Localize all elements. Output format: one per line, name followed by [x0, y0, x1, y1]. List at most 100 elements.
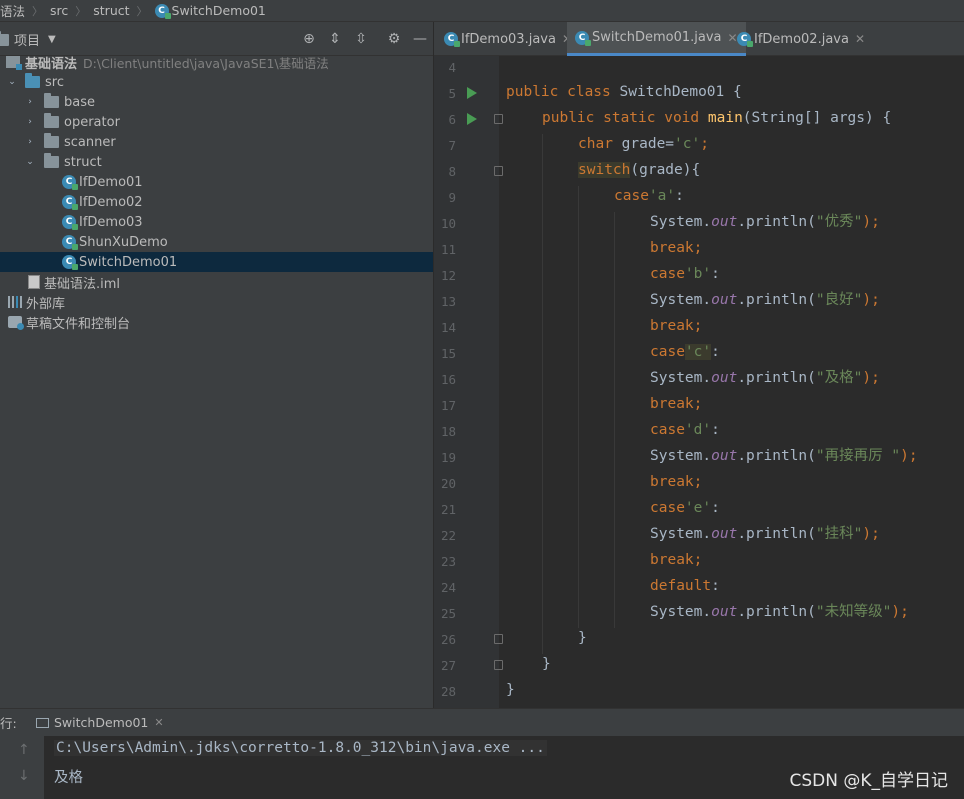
run-console[interactable]: ↑ ↓ C:\Users\Admin\.jdks\corretto-1.8.0_… — [0, 736, 964, 799]
tree-label: IfDemo02 — [79, 194, 143, 210]
tree-label: SwitchDemo01 — [79, 254, 178, 270]
project-icon — [0, 30, 9, 46]
line-number: 16 — [440, 372, 456, 387]
tree-item-struct[interactable]: ⌄ struct — [0, 152, 433, 172]
tree-label: src — [45, 74, 64, 90]
code-editor[interactable]: 4 5 6 7 8 9 10 11 12 13 14 15 16 17 18 1… — [434, 56, 964, 708]
line-number: 7 — [448, 138, 456, 153]
code-line-14: break; — [650, 318, 703, 334]
tree-item-scratches[interactable]: 草稿文件和控制台 — [0, 312, 433, 332]
tree-item-switchdemo01[interactable]: C SwitchDemo01 — [0, 252, 433, 272]
line-number: 22 — [440, 528, 456, 543]
line-number: 19 — [440, 450, 456, 465]
line-number: 10 — [440, 216, 456, 231]
line-number: 15 — [440, 346, 456, 361]
root-name: 基础语法 — [25, 56, 78, 72]
code-line-28: } — [506, 682, 515, 698]
class-icon: C — [62, 215, 78, 230]
line-number: 26 — [440, 632, 456, 647]
class-icon: C — [154, 3, 171, 19]
tab-label: IfDemo02.java — [754, 31, 849, 47]
code-line-17: break; — [650, 396, 703, 412]
class-icon: C — [62, 195, 78, 210]
run-label: 行: — [0, 716, 17, 731]
class-icon: C — [62, 255, 78, 270]
arrow-up-icon[interactable]: ↑ — [18, 742, 30, 758]
code-line-6: public static void main(String[] args) { — [542, 110, 892, 126]
locate-icon[interactable]: ⊕ — [300, 30, 318, 48]
tab-switchdemo01[interactable]: C SwitchDemo01.java ✕ — [567, 22, 746, 56]
fold-marker-icon[interactable] — [494, 114, 503, 124]
code-line-18: case'd': — [650, 422, 720, 438]
tree-item-src[interactable]: ⌄ src — [0, 72, 433, 92]
gear-icon[interactable]: ⚙ — [385, 30, 403, 48]
close-icon[interactable]: ✕ — [154, 716, 163, 729]
run-icon[interactable] — [467, 87, 477, 99]
package-icon — [44, 153, 59, 168]
project-view-selector[interactable]: 项目 ▼ — [0, 30, 56, 49]
breadcrumb-item-project[interactable]: 语法 — [0, 1, 29, 20]
tab-ifdemo02[interactable]: C IfDemo02.java ✕ — [729, 22, 873, 56]
line-number: 12 — [440, 268, 456, 283]
tree-item-scanner[interactable]: › scanner — [0, 132, 433, 152]
fold-marker-icon[interactable] — [494, 634, 503, 644]
indent-guide — [542, 134, 543, 654]
gutter: 4 5 6 7 8 9 10 11 12 13 14 15 16 17 18 1… — [434, 56, 503, 708]
tree-item-base[interactable]: › base — [0, 92, 433, 112]
chevron-right-icon: › — [28, 117, 32, 127]
indent-guide — [578, 186, 579, 628]
tree-label: 草稿文件和控制台 — [26, 316, 131, 332]
tree-label: base — [64, 94, 95, 110]
breadcrumb-item-src[interactable]: src — [46, 3, 72, 18]
tree-item-iml[interactable]: 基础语法.iml — [0, 272, 433, 292]
run-tab-label: SwitchDemo01 — [54, 715, 149, 730]
scratches-icon — [8, 316, 24, 330]
tree-item-shunxudemo[interactable]: C ShunXuDemo — [0, 232, 433, 252]
class-icon: C — [62, 175, 78, 190]
tree-label: ShunXuDemo — [79, 234, 168, 250]
iml-file-icon — [28, 275, 40, 289]
close-icon[interactable]: ✕ — [855, 32, 865, 46]
run-tools-strip: ↑ ↓ — [0, 736, 44, 799]
expand-all-icon[interactable]: ⇕ — [326, 30, 344, 48]
line-number: 21 — [440, 502, 456, 517]
collapse-all-icon[interactable]: ⇳ — [352, 30, 370, 48]
line-number: 4 — [448, 60, 456, 75]
line-number: 14 — [440, 320, 456, 335]
code-line-19: System.out.println("再接再厉 "); — [650, 448, 918, 464]
run-tab[interactable]: SwitchDemo01 ✕ — [36, 715, 164, 730]
code-line-26: } — [578, 630, 587, 646]
tree-root[interactable]: 基础语法 D:\Client\untitled\java\JavaSE1\基础语… — [0, 52, 433, 72]
source-folder-icon — [25, 73, 40, 88]
breadcrumb-item-struct[interactable]: struct — [89, 3, 133, 18]
breadcrumb-item-class[interactable]: C SwitchDemo01 — [151, 3, 270, 19]
tree-item-operator[interactable]: › operator — [0, 112, 433, 132]
run-icon[interactable] — [467, 113, 477, 125]
tree-item-ifdemo01[interactable]: C IfDemo01 — [0, 172, 433, 192]
chevron-down-icon: ⌄ — [8, 77, 16, 87]
editor-tabs: C IfDemo03.java ✕ C SwitchDemo01.java ✕ … — [434, 22, 964, 56]
minimize-icon[interactable]: — — [411, 30, 429, 48]
tab-ifdemo03[interactable]: C IfDemo03.java ✕ — [436, 22, 580, 56]
tree-item-ifdemo03[interactable]: C IfDemo03 — [0, 212, 433, 232]
code-line-11: break; — [650, 240, 703, 256]
line-number: 11 — [440, 242, 456, 257]
fold-marker-icon[interactable] — [494, 166, 503, 176]
chevron-right-icon: 〉 — [32, 4, 44, 18]
line-number: 27 — [440, 658, 456, 673]
chevron-right-icon: 〉 — [75, 4, 87, 18]
line-number: 23 — [440, 554, 456, 569]
tree-label: scanner — [64, 134, 116, 150]
tree-item-external-libraries[interactable]: 外部库 — [0, 292, 433, 312]
fold-marker-icon[interactable] — [494, 660, 503, 670]
tree-label: 基础语法.iml — [44, 276, 121, 292]
chevron-down-icon: ⌄ — [26, 157, 34, 167]
arrow-down-icon[interactable]: ↓ — [18, 768, 30, 784]
line-number: 5 — [448, 86, 456, 101]
console-command: C:\Users\Admin\.jdks\corretto-1.8.0_312\… — [54, 740, 547, 756]
dropdown-icon: ▼ — [48, 34, 56, 45]
line-number: 13 — [440, 294, 456, 309]
tree-label: 外部库 — [26, 296, 66, 312]
line-number: 24 — [440, 580, 456, 595]
tree-item-ifdemo02[interactable]: C IfDemo02 — [0, 192, 433, 212]
